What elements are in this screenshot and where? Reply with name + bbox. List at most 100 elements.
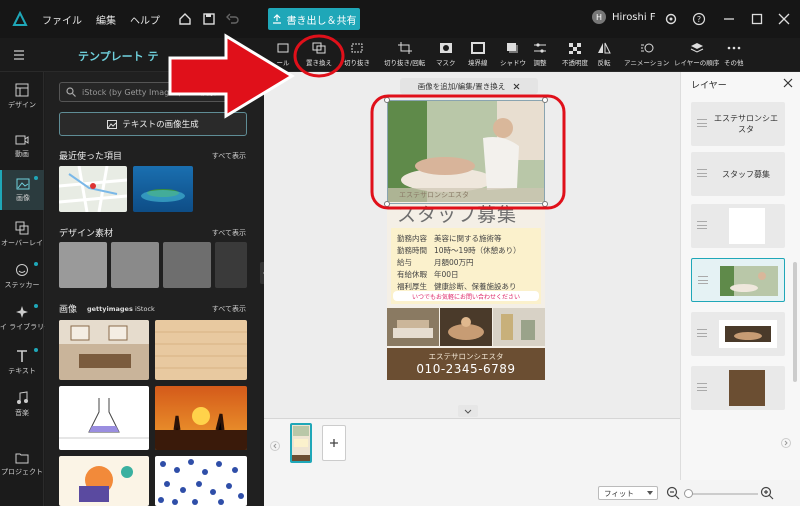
layer-item-text[interactable]: スタッフ募集 — [691, 152, 785, 196]
layer-item-image[interactable] — [691, 312, 785, 356]
settings-gear-icon[interactable] — [662, 10, 680, 28]
mask-button[interactable]: マスク — [436, 42, 456, 67]
replace-button[interactable]: 置き換え — [306, 42, 332, 67]
resize-handle[interactable] — [542, 97, 548, 103]
drag-handle-icon[interactable] — [697, 383, 707, 391]
rail-item-overlay[interactable]: オーバーレイ — [0, 214, 44, 254]
overlay-icon — [15, 221, 29, 234]
rail-item-sticker[interactable]: ステッカー — [0, 256, 44, 296]
new-indicator — [34, 176, 38, 180]
search-input[interactable]: iStock (by Getty Images) から検索 — [59, 82, 247, 102]
drag-handle-icon[interactable] — [697, 329, 707, 337]
image-thumb-flask[interactable] — [59, 386, 149, 450]
images-see-all-link[interactable]: すべて表示 — [212, 304, 246, 314]
recent-thumb-island[interactable] — [133, 166, 193, 212]
recent-thumb-map[interactable] — [59, 166, 127, 212]
more-button[interactable]: その他 — [724, 42, 744, 67]
tool-partial[interactable]: ール — [276, 42, 290, 67]
layer-panel: レイヤー エステサロンシエスタ スタッフ募集 — [680, 72, 800, 480]
flip-button[interactable]: 反転 — [597, 42, 611, 67]
shadow-button[interactable]: シャドウ — [500, 42, 526, 67]
mask-icon — [439, 43, 452, 53]
minimize-icon[interactable] — [720, 10, 738, 28]
flyer-photo-shower[interactable] — [493, 308, 545, 346]
chevron-right-icon[interactable] — [780, 436, 792, 450]
flyer-footer-phone: 010-2345-6789 — [416, 362, 516, 376]
library-icon — [16, 305, 28, 318]
resize-handle[interactable] — [384, 97, 390, 103]
caret-down-icon — [647, 491, 653, 495]
design-see-all-link[interactable]: すべて表示 — [212, 228, 246, 238]
resize-handle[interactable] — [542, 201, 548, 207]
flyer-info-row: 勤務内容 美容に関する施術等 — [397, 234, 502, 243]
timeline-toggle[interactable] — [458, 405, 478, 417]
user-account[interactable]: H Hiroshi F — [592, 10, 656, 24]
layer-item-shape[interactable] — [691, 204, 785, 248]
home-icon[interactable] — [174, 8, 196, 30]
save-icon[interactable] — [198, 8, 220, 30]
flyer-photo-massage[interactable] — [440, 308, 492, 346]
layer-item-text[interactable]: エステサロンシエスタ — [691, 102, 785, 146]
cutout-button[interactable]: 切り抜き — [344, 42, 370, 67]
page-thumbnail-1[interactable] — [290, 423, 312, 463]
drag-handle-icon[interactable] — [697, 221, 707, 229]
adjust-button[interactable]: 調整 — [533, 42, 547, 67]
cutout-icon — [351, 43, 363, 53]
image-thumb-illustration[interactable] — [59, 456, 149, 506]
close-icon[interactable] — [513, 83, 520, 90]
design-thumb-concrete-2[interactable] — [111, 242, 159, 288]
rail-item-design[interactable]: デザイン — [0, 76, 44, 116]
recent-see-all-link[interactable]: すべて表示 — [212, 151, 246, 161]
flyer-photo-towels[interactable] — [387, 308, 439, 346]
flyer-info-row: 給与 月額00万円 — [397, 258, 474, 267]
drag-handle-icon[interactable] — [697, 169, 707, 177]
chevron-left-icon[interactable] — [270, 439, 280, 453]
zoom-out-icon[interactable] — [666, 486, 680, 500]
menu-edit[interactable]: 編集 — [96, 12, 116, 27]
image-thumb-wood[interactable] — [155, 320, 247, 380]
collapse-panel-icon[interactable] — [12, 49, 26, 61]
istock-brand: iStock — [135, 305, 155, 313]
layer-item-footer-rect[interactable] — [691, 366, 785, 410]
rail-item-image[interactable]: 画像 — [0, 170, 44, 210]
maximize-icon[interactable] — [748, 10, 766, 28]
image-thumb-living-room[interactable] — [59, 320, 149, 380]
rail-item-my-library[interactable]: マイ ライブラリー — [0, 298, 51, 338]
rail-item-music[interactable]: 音楽 — [0, 384, 44, 424]
rail-item-text[interactable]: テキスト — [0, 342, 44, 382]
add-page-button[interactable] — [322, 425, 346, 461]
image-tooltip: 画像を追加/編集/置き換え — [400, 78, 538, 94]
drag-handle-icon[interactable] — [697, 119, 707, 127]
zoom-slider-track[interactable] — [688, 493, 758, 495]
layer-item-selected-image[interactable] — [691, 258, 785, 302]
flyer-info-row: 勤務時間 10時～19時（休憩あり） — [397, 246, 521, 255]
resize-handle[interactable] — [384, 201, 390, 207]
zoom-select[interactable]: フィット — [598, 486, 658, 500]
layer-order-button[interactable]: レイヤーの順序 — [674, 42, 719, 67]
animation-button[interactable]: アニメーション — [624, 42, 669, 67]
image-thumb-pattern[interactable] — [155, 456, 247, 506]
export-share-button[interactable]: 書き出し＆共有 — [268, 8, 360, 30]
zoom-slider-handle[interactable] — [684, 489, 693, 498]
close-window-icon[interactable] — [775, 10, 793, 28]
zoom-in-icon[interactable] — [760, 486, 774, 500]
rail-item-video[interactable]: 動画 — [0, 126, 44, 166]
close-icon[interactable] — [783, 78, 793, 88]
design-thumb-concrete-3[interactable] — [163, 242, 211, 288]
undo-icon[interactable] — [222, 8, 244, 30]
border-button[interactable]: 境界線 — [468, 42, 488, 67]
layer-scrollbar[interactable] — [793, 262, 797, 382]
menu-help[interactable]: ヘルプ — [130, 12, 160, 27]
menu-file[interactable]: ファイル — [42, 12, 82, 27]
image-thumb-sunset[interactable] — [155, 386, 247, 450]
design-thumb-concrete-1[interactable] — [59, 242, 107, 288]
text-to-image-button[interactable]: テキストの画像生成 — [59, 112, 247, 136]
crop-rotate-button[interactable]: 切り抜き/回転 — [384, 42, 425, 67]
help-icon[interactable]: ? — [690, 10, 708, 28]
design-thumb-concrete-4[interactable] — [215, 242, 247, 288]
toolbar: テンプレート テ ール 置き換え 切り抜き 切り抜き/回転 マスク 境界線 シャ… — [0, 38, 800, 72]
drag-handle-icon[interactable] — [698, 276, 708, 284]
opacity-button[interactable]: 不透明度 — [562, 42, 588, 67]
flyer-headline: スタッフ募集 — [397, 204, 518, 226]
rail-item-project[interactable]: プロジェクト — [0, 444, 44, 484]
